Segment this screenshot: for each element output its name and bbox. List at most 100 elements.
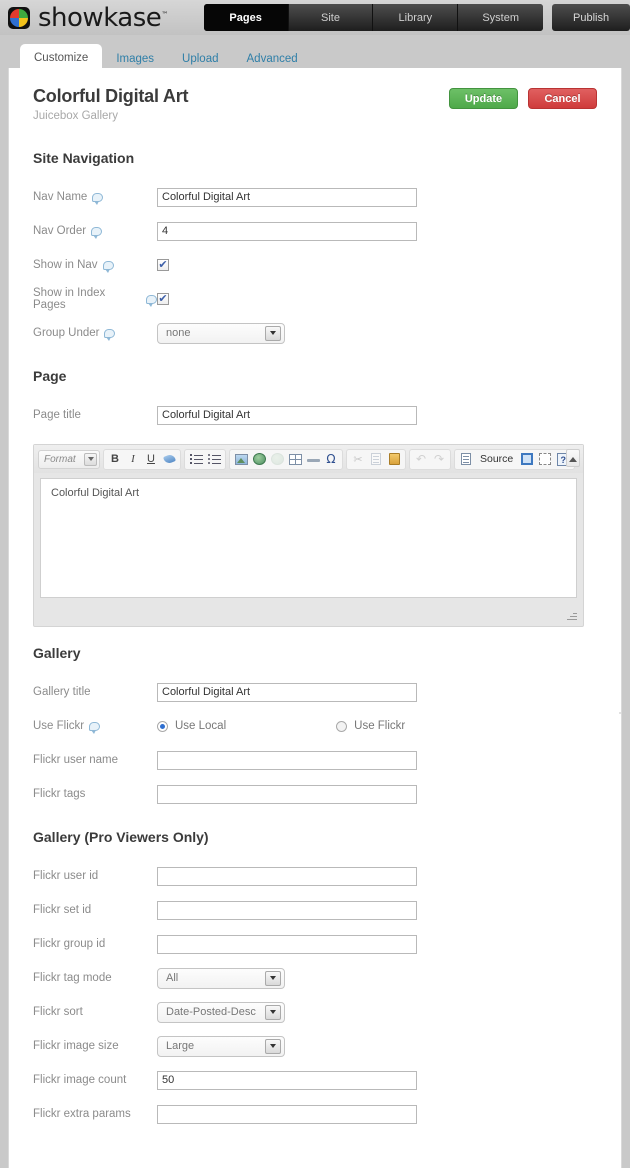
- nav-item-system[interactable]: System: [458, 4, 544, 31]
- unlink-icon[interactable]: [269, 451, 285, 468]
- maximize-icon[interactable]: [519, 451, 535, 468]
- chevron-down-icon: [265, 325, 281, 341]
- help-bubble-icon[interactable]: [91, 226, 103, 239]
- update-button[interactable]: Update: [449, 88, 518, 109]
- table-icon[interactable]: [287, 451, 303, 468]
- help-bubble-icon[interactable]: [146, 294, 157, 307]
- flickr-user-name-input[interactable]: [157, 750, 417, 770]
- radio-use-flickr[interactable]: Use Flickr: [336, 720, 405, 732]
- flickr-tag-mode-select[interactable]: All: [157, 967, 285, 989]
- copy-icon[interactable]: [368, 451, 384, 468]
- nav-item-site[interactable]: Site: [288, 4, 374, 31]
- nav-order-input[interactable]: [157, 221, 417, 241]
- chevron-down-icon: [84, 452, 97, 466]
- update-button-label: Update: [464, 92, 503, 105]
- label-flickr-extra-params: Flickr extra params: [33, 1108, 157, 1120]
- page-header: Colorful Digital Art Juicebox Gallery Up…: [33, 86, 597, 132]
- cancel-button[interactable]: Cancel: [528, 88, 597, 109]
- format-select[interactable]: Format: [38, 449, 100, 469]
- undo-icon[interactable]: ↶: [413, 451, 429, 468]
- label-use-flickr-text: Use Flickr: [33, 720, 85, 732]
- flickr-tags-input[interactable]: [157, 784, 417, 804]
- chevron-down-icon: [265, 970, 281, 986]
- radio-use-flickr-dot: [336, 720, 348, 732]
- field-row-flickr-tag-mode: Flickr tag mode All: [33, 961, 597, 995]
- italic-icon[interactable]: I: [125, 451, 141, 468]
- brand-logo[interactable]: showkase™: [0, 5, 200, 31]
- nav-item-pages-label: Pages: [229, 11, 262, 24]
- field-row-flickr-set-id: Flickr set id: [33, 893, 597, 927]
- nav-item-library[interactable]: Library: [373, 4, 459, 31]
- label-flickr-image-count: Flickr image count: [33, 1074, 157, 1086]
- show-in-nav-checkbox[interactable]: ✔: [157, 259, 169, 271]
- cut-icon[interactable]: ✂: [350, 451, 366, 468]
- flickr-set-id-input[interactable]: [157, 900, 417, 920]
- field-row-show-in-index: Show in Index Pages ✔: [33, 282, 597, 316]
- link-icon[interactable]: [251, 451, 267, 468]
- publish-button-label: Publish: [573, 11, 610, 24]
- cancel-button-label: Cancel: [544, 92, 581, 105]
- help-bubble-icon[interactable]: [102, 260, 114, 273]
- help-bubble-icon[interactable]: [104, 328, 116, 341]
- radio-use-local[interactable]: Use Local: [157, 720, 226, 732]
- radio-use-flickr-label: Use Flickr: [354, 720, 406, 732]
- label-flickr-user-id-text: Flickr user id: [33, 870, 99, 882]
- label-flickr-image-size: Flickr image size: [33, 1040, 157, 1052]
- group-under-select[interactable]: none: [157, 322, 285, 344]
- trademark-symbol: ™: [161, 9, 168, 18]
- bold-icon[interactable]: B: [107, 451, 123, 468]
- flickr-extra-params-input[interactable]: [157, 1104, 417, 1124]
- underline-icon[interactable]: U: [143, 451, 159, 468]
- flickr-group-id-input[interactable]: [157, 934, 417, 954]
- bulleted-list-icon[interactable]: [206, 451, 222, 468]
- show-in-index-pages-checkbox[interactable]: ✔: [157, 293, 169, 305]
- underline-glyph: U: [147, 453, 155, 465]
- label-page-title: Page title: [33, 409, 157, 421]
- numbered-list-icon[interactable]: [188, 451, 204, 468]
- rich-text-editor: Format B I U Ω ✂ ↶ ↷ Source ? Colorful D…: [33, 444, 584, 627]
- checkmark-icon: ✔: [158, 292, 168, 305]
- use-flickr-radio-group: Use Local Use Flickr: [157, 720, 405, 732]
- nav-item-pages[interactable]: Pages: [203, 4, 289, 31]
- help-bubble-icon[interactable]: [89, 721, 101, 734]
- flickr-sort-select[interactable]: Date-Posted-Desc: [157, 1001, 285, 1023]
- source-icon[interactable]: [458, 451, 474, 468]
- redo-icon[interactable]: ↷: [431, 451, 447, 468]
- editor-resize-handle[interactable]: [566, 610, 577, 621]
- special-char-icon[interactable]: Ω: [323, 451, 339, 468]
- publish-button[interactable]: Publish: [552, 4, 630, 31]
- help-bubble-icon[interactable]: [92, 192, 104, 205]
- source-button-label[interactable]: Source: [476, 453, 517, 465]
- toolbar-collapse-icon[interactable]: [566, 449, 580, 467]
- radio-use-local-label: Use Local: [175, 720, 227, 732]
- flickr-user-id-input[interactable]: [157, 866, 417, 886]
- flickr-sort-value: Date-Posted-Desc: [166, 1006, 256, 1018]
- label-nav-order-text: Nav Order: [33, 225, 87, 237]
- editor-content-area[interactable]: Colorful Digital Art: [40, 478, 577, 598]
- section-heading-site-navigation: Site Navigation: [33, 150, 135, 166]
- label-show-in-nav: Show in Nav: [33, 259, 157, 273]
- field-row-flickr-image-size: Flickr image size Large: [33, 1029, 597, 1063]
- nav-name-input[interactable]: [157, 187, 417, 207]
- format-select-value: Format: [44, 453, 76, 465]
- label-flickr-user-id: Flickr user id: [33, 870, 157, 882]
- tab-strip: Customize Images Upload Advanced: [0, 35, 630, 71]
- flickr-image-count-input[interactable]: [157, 1070, 417, 1090]
- page-title-input[interactable]: [157, 405, 417, 425]
- horizontal-rule-icon[interactable]: [305, 451, 321, 468]
- field-row-flickr-user-name: Flickr user name: [33, 743, 597, 777]
- label-flickr-image-size-text: Flickr image size: [33, 1040, 119, 1052]
- gallery-title-input[interactable]: [157, 682, 417, 702]
- paste-icon[interactable]: [386, 451, 402, 468]
- nav-item-library-label: Library: [398, 11, 433, 24]
- flickr-image-size-value: Large: [166, 1040, 195, 1052]
- label-flickr-group-id: Flickr group id: [33, 938, 157, 950]
- tab-customize[interactable]: Customize: [20, 44, 103, 71]
- label-gallery-title: Gallery title: [33, 686, 157, 698]
- show-blocks-icon[interactable]: [537, 451, 553, 468]
- remove-format-icon[interactable]: [161, 451, 177, 468]
- image-icon[interactable]: [233, 451, 249, 468]
- flickr-image-size-select[interactable]: Large: [157, 1035, 285, 1057]
- toolbar-group-lists: [184, 448, 226, 470]
- field-row-flickr-tags: Flickr tags: [33, 777, 597, 811]
